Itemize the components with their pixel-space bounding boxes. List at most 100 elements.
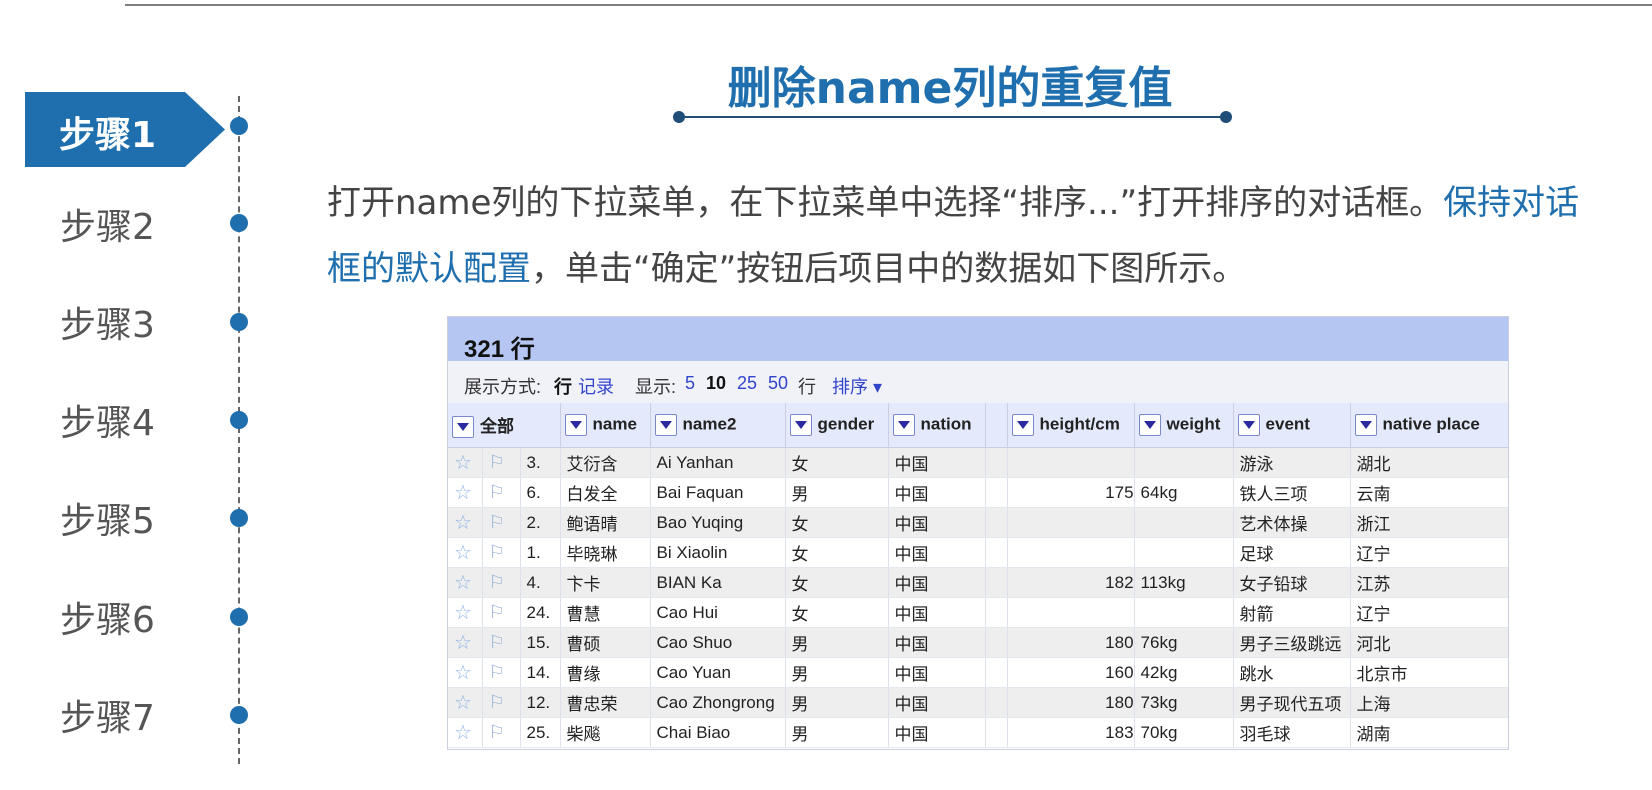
cell-height: 183: [1007, 717, 1135, 748]
cell-weight: 64kg: [1134, 477, 1234, 508]
cell-height: [1007, 597, 1135, 628]
star-icon[interactable]: ☆: [454, 452, 472, 474]
star-icon[interactable]: ☆: [454, 482, 472, 504]
cell-blank: [985, 717, 1008, 748]
column-header-height[interactable]: height/cm: [1007, 403, 1135, 448]
page-size-10[interactable]: 10: [706, 373, 726, 394]
column-header-name2[interactable]: name2: [650, 403, 786, 448]
cell-event: 游泳: [1233, 447, 1351, 478]
flag-icon[interactable]: ⚐: [489, 542, 505, 562]
panel-header: 321 行: [448, 317, 1508, 363]
star-cell[interactable]: ☆: [448, 537, 483, 568]
star-cell[interactable]: ☆: [448, 507, 483, 538]
row-index: 2.: [520, 507, 561, 538]
chevron-down-icon[interactable]: [564, 414, 587, 436]
cell-nation: 中国: [888, 627, 986, 658]
flag-icon[interactable]: ⚐: [489, 452, 505, 472]
star-icon[interactable]: ☆: [454, 512, 472, 534]
cell-name2: Cao Hui: [650, 597, 786, 628]
column-header-gender[interactable]: gender: [785, 403, 889, 448]
chevron-down-icon[interactable]: [452, 416, 474, 439]
cell-event: 足球: [1233, 537, 1351, 568]
chevron-down-icon[interactable]: [789, 414, 812, 436]
flag-icon[interactable]: ⚐: [489, 602, 505, 622]
page-size-50[interactable]: 50: [768, 373, 788, 394]
flag-cell[interactable]: ⚐: [482, 537, 521, 568]
column-header-native-place[interactable]: native place: [1350, 403, 1508, 448]
flag-icon[interactable]: ⚐: [489, 482, 505, 502]
chevron-down-icon[interactable]: [1138, 414, 1161, 436]
cell-gender: 女: [785, 537, 889, 568]
instruction-part2: ，单击“确定”按钮后项目中的数据如下图所示。: [531, 249, 1247, 289]
flag-cell[interactable]: ⚐: [482, 567, 521, 598]
flag-icon[interactable]: ⚐: [489, 572, 505, 592]
cell-event: 男子三级跳远: [1233, 627, 1351, 658]
column-header-all[interactable]: 全部: [448, 403, 561, 448]
page-size-5[interactable]: 5: [685, 373, 695, 394]
chevron-down-icon[interactable]: [892, 414, 915, 436]
cell-name2: Ai Yanhan: [650, 447, 786, 478]
flag-icon[interactable]: ⚐: [489, 512, 505, 532]
star-cell[interactable]: ☆: [448, 567, 483, 598]
star-icon[interactable]: ☆: [454, 632, 472, 654]
flag-icon[interactable]: ⚐: [489, 692, 505, 712]
flag-cell[interactable]: ⚐: [482, 507, 521, 538]
star-cell[interactable]: ☆: [448, 717, 483, 748]
page-size-25[interactable]: 25: [737, 373, 757, 394]
flag-cell[interactable]: ⚐: [482, 657, 521, 688]
star-cell[interactable]: ☆: [448, 447, 483, 478]
star-cell[interactable]: ☆: [448, 687, 483, 718]
step-1-active[interactable]: 步骤1: [25, 92, 225, 167]
sort-menu[interactable]: 排序 ▾: [832, 373, 882, 399]
star-cell[interactable]: ☆: [448, 657, 483, 688]
star-icon[interactable]: ☆: [454, 572, 472, 594]
chevron-down-icon[interactable]: [1354, 414, 1377, 436]
view-records-link[interactable]: 记录: [578, 373, 614, 399]
cell-name: 鲍语晴: [560, 507, 651, 538]
chevron-down-icon[interactable]: [1011, 414, 1034, 436]
flag-icon[interactable]: ⚐: [489, 632, 505, 652]
cell-height: [1007, 507, 1135, 538]
flag-cell[interactable]: ⚐: [482, 717, 521, 748]
step-dot: [230, 509, 248, 527]
cell-weight: [1134, 447, 1234, 478]
step-5[interactable]: 步骤5: [60, 492, 155, 544]
column-header-weight[interactable]: weight: [1134, 403, 1234, 448]
star-icon[interactable]: ☆: [454, 602, 472, 624]
flag-icon[interactable]: ⚐: [489, 722, 505, 742]
step-2[interactable]: 步骤2: [60, 198, 155, 250]
flag-icon[interactable]: ⚐: [489, 662, 505, 682]
star-cell[interactable]: ☆: [448, 477, 483, 508]
star-cell[interactable]: ☆: [448, 627, 483, 658]
star-icon[interactable]: ☆: [454, 662, 472, 684]
flag-cell[interactable]: ⚐: [482, 687, 521, 718]
star-icon[interactable]: ☆: [454, 722, 472, 744]
cell-name2: Cao Shuo: [650, 627, 786, 658]
step-7[interactable]: 步骤7: [60, 689, 155, 741]
step-6[interactable]: 步骤6: [60, 591, 155, 643]
flag-cell[interactable]: ⚐: [482, 597, 521, 628]
view-rows-option[interactable]: 行: [554, 373, 572, 399]
star-icon[interactable]: ☆: [454, 692, 472, 714]
flag-cell[interactable]: ⚐: [482, 447, 521, 478]
chevron-down-icon[interactable]: [654, 414, 677, 436]
cell-name: 曹忠荣: [560, 687, 651, 718]
step-dot: [230, 117, 248, 135]
column-header-event[interactable]: event: [1233, 403, 1351, 448]
step-4[interactable]: 步骤4: [60, 394, 155, 446]
column-header-name[interactable]: name: [560, 403, 651, 448]
step-dot: [230, 313, 248, 331]
chevron-down-icon[interactable]: [1237, 414, 1260, 436]
flag-cell[interactable]: ⚐: [482, 477, 521, 508]
row-count: 321 行: [464, 336, 535, 363]
star-cell[interactable]: ☆: [448, 597, 483, 628]
cell-blank: [985, 627, 1008, 658]
cell-name2: BIAN Ka: [650, 567, 786, 598]
step-3[interactable]: 步骤3: [60, 296, 155, 348]
flag-cell[interactable]: ⚐: [482, 627, 521, 658]
column-header-nation[interactable]: nation: [888, 403, 986, 448]
star-icon[interactable]: ☆: [454, 542, 472, 564]
step-timeline: [238, 96, 240, 764]
step-dot: [230, 214, 248, 232]
cell-event: 铁人三项: [1233, 477, 1351, 508]
